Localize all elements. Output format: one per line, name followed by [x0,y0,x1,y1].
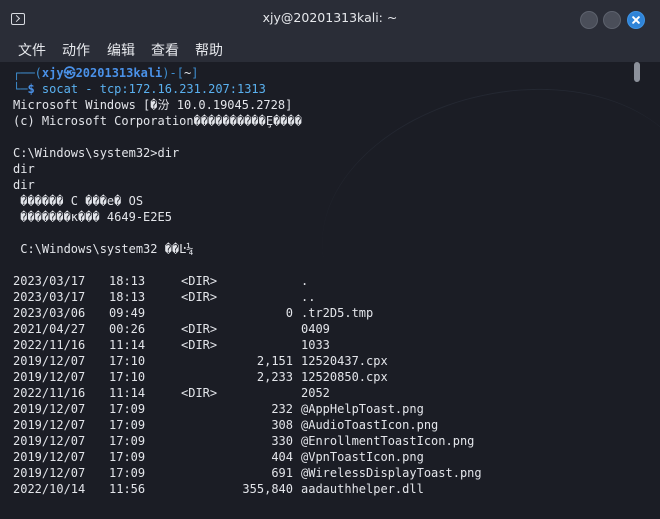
listing-name: .tr2D5.tmp [301,306,374,320]
output-line: C:\Windows\system32 ��Ŀ¼ [13,242,194,256]
listing-dir: <DIR> [181,274,218,288]
listing-time: 11:14 [109,386,146,400]
listing-name: @AudioToastIcon.png [301,418,439,432]
terminal-window: xjy@20201313kali: ~ 文件 动作 编辑 查看 帮助 ┌──(x… [0,0,660,519]
listing-name: .. [301,290,316,304]
background-swoosh [297,62,660,390]
listing-name: 12520437.cpx [301,354,388,368]
output-line: ������ C ���е� OS [13,194,144,208]
output-line: C:\Windows\system32>dir [13,146,180,160]
output-line: �������к��� 4649-E2E5 [13,210,172,224]
prompt-user-host: xjy㉿20201313kali [41,66,163,80]
menu-help[interactable]: 帮助 [195,40,223,60]
listing-time: 00:26 [109,322,146,336]
listing-time: 18:13 [109,290,146,304]
close-button[interactable] [627,11,645,29]
listing-size: 2,151 [256,354,293,368]
menu-action[interactable]: 动作 [62,40,90,60]
menu-file[interactable]: 文件 [18,40,46,60]
listing-date: 2023/03/17 [13,290,86,304]
terminal-output[interactable]: ┌──(xjy㉿20201313kali)-[~] └─$ socat - tc… [0,62,660,519]
listing-name: . [301,274,309,288]
listing-dir: <DIR> [181,386,218,400]
listing-size: 2,233 [256,370,293,384]
output-line: (c) Microsoft Corporation����������Ȩ���� [13,114,302,128]
listing-date: 2023/03/17 [13,274,86,288]
listing-name: aadauthhelper.dll [301,482,424,496]
listing-name: 0409 [301,322,330,336]
listing-date: 2021/04/27 [13,322,86,336]
listing-dir: <DIR> [181,290,218,304]
listing-size: 330 [271,434,293,448]
listing-name: 2052 [301,386,330,400]
listing-size: 0 [285,306,293,320]
listing-time: 18:13 [109,274,146,288]
prompt-symbol: $ [27,82,35,96]
menu-view[interactable]: 查看 [151,40,179,60]
output-line: dir [13,178,35,192]
listing-size: 404 [271,450,293,464]
menu-bar: 文件 动作 编辑 查看 帮助 [0,36,660,62]
output-line: dir [13,162,35,176]
listing-name: 12520850.cpx [301,370,388,384]
menu-edit[interactable]: 编辑 [107,40,135,60]
listing-name: @EnrollmentToastIcon.png [301,434,475,448]
listing-dir: <DIR> [181,322,218,336]
prompt-line-2: └─$ socat - tcp:172.16.231.207:1313 [13,82,266,96]
maximize-button[interactable] [603,11,621,29]
listing-dir: <DIR> [181,338,218,352]
command-text: socat - tcp:172.16.231.207:1313 [41,82,266,96]
listing-time: 11:14 [109,338,146,352]
listing-date: 2022/11/16 [13,386,86,400]
listing-date: 2022/11/16 [13,338,86,352]
listing-size: 691 [271,466,293,480]
listing-name: 1033 [301,338,330,352]
minimize-button[interactable] [580,11,598,29]
listing-name: @AppHelpToast.png [301,402,424,416]
listing-size: 355,840 [242,482,293,496]
output-line: Microsoft Windows [�汾 10.0.19045.2728] [13,98,293,112]
window-title: xjy@20201313kali: ~ [262,10,398,25]
listing-name: @VpnToastIcon.png [301,450,424,464]
title-bar[interactable]: xjy@20201313kali: ~ [0,0,660,36]
listing-name: @WirelessDisplayToast.png [301,466,482,480]
listing-size: 308 [271,418,293,432]
prompt-line-1: ┌──(xjy㉿20201313kali)-[~] [13,66,199,80]
scrollbar-thumb[interactable] [634,62,640,82]
listing-size: 232 [271,402,293,416]
